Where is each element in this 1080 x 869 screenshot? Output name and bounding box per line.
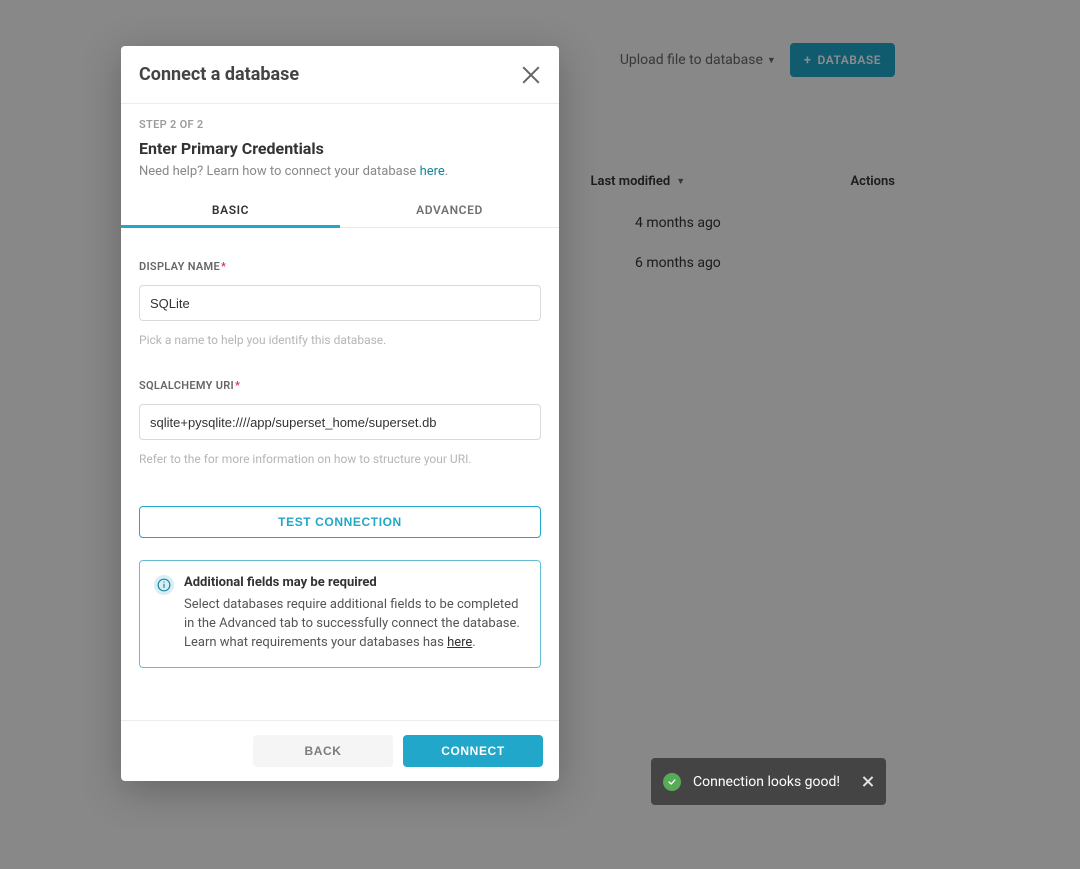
display-name-input[interactable]	[139, 285, 541, 321]
tabs: BASIC ADVANCED	[121, 191, 559, 228]
toast-message: Connection looks good!	[693, 774, 849, 790]
connect-button[interactable]: CONNECT	[403, 735, 543, 767]
modal-title: Connect a database	[139, 64, 299, 85]
success-toast: Connection looks good!	[651, 758, 886, 805]
toast-close-icon[interactable]	[861, 775, 874, 788]
form-area: DISPLAY NAME* Pick a name to help you id…	[121, 228, 559, 668]
tab-advanced[interactable]: ADVANCED	[340, 191, 559, 227]
info-here-link[interactable]: here	[447, 635, 472, 650]
display-name-hint: Pick a name to help you identify this da…	[139, 333, 541, 347]
info-body-suffix: .	[472, 635, 475, 650]
info-icon	[154, 575, 174, 595]
sqlalchemy-uri-label: SQLALCHEMY URI*	[139, 379, 541, 392]
credentials-title: Enter Primary Credentials	[139, 139, 541, 158]
close-icon[interactable]	[521, 65, 541, 85]
display-name-label: DISPLAY NAME*	[139, 260, 541, 273]
test-connection-button[interactable]: TEST CONNECTION	[139, 506, 541, 538]
modal-footer: BACK CONNECT	[121, 720, 559, 781]
sqlalchemy-uri-input[interactable]	[139, 404, 541, 440]
info-title: Additional fields may be required	[184, 575, 526, 590]
info-box: Additional fields may be required Select…	[139, 560, 541, 668]
modal-body: STEP 2 OF 2 Enter Primary Credentials Ne…	[121, 104, 559, 720]
back-button[interactable]: BACK	[253, 735, 393, 767]
check-icon	[663, 773, 681, 791]
tab-basic[interactable]: BASIC	[121, 191, 340, 227]
sqlalchemy-uri-hint: Refer to the for more information on how…	[139, 452, 541, 466]
help-line: Need help? Learn how to connect your dat…	[139, 164, 541, 179]
help-prefix: Need help? Learn how to connect your dat…	[139, 164, 420, 179]
info-text: Select databases require additional fiel…	[184, 596, 526, 653]
modal-header: Connect a database	[121, 46, 559, 104]
connect-database-modal: Connect a database STEP 2 OF 2 Enter Pri…	[121, 46, 559, 781]
modal-intro: STEP 2 OF 2 Enter Primary Credentials Ne…	[121, 104, 559, 191]
help-suffix: .	[445, 164, 448, 179]
step-label: STEP 2 OF 2	[139, 118, 541, 131]
help-link[interactable]: here	[420, 164, 445, 179]
